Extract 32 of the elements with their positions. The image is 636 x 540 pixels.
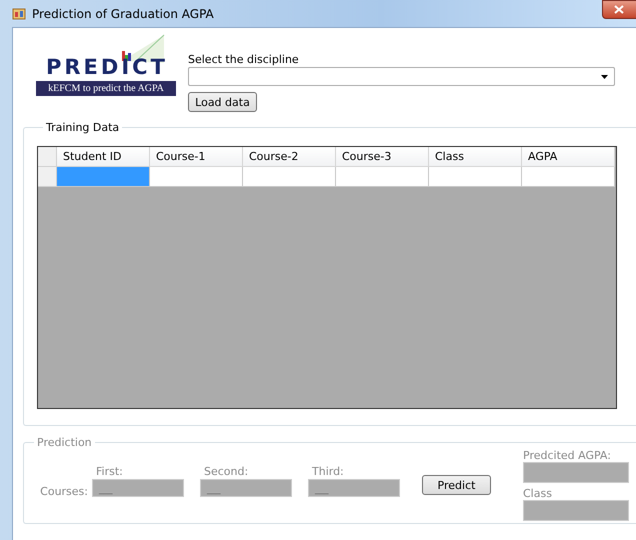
row-header[interactable]	[38, 167, 57, 187]
field-label: Class	[523, 487, 553, 500]
table-cell[interactable]	[57, 167, 150, 187]
field-label: Predcited AGPA:	[523, 449, 612, 462]
close-button[interactable]	[602, 0, 636, 19]
column-header[interactable]: Course-1	[150, 147, 243, 167]
field-label: Third:	[311, 465, 345, 479]
table-cell[interactable]	[429, 167, 522, 187]
logo-text: PREDICT	[46, 55, 168, 79]
logo-tagline: kEFCM to predict the AGPA	[36, 81, 176, 96]
load-data-button[interactable]: Load data	[188, 92, 257, 112]
table-cell[interactable]	[522, 167, 615, 187]
table-cell[interactable]	[150, 167, 243, 187]
group-title: Prediction	[36, 436, 93, 449]
dropdown-arrow-icon	[601, 74, 608, 78]
table-cell[interactable]	[336, 167, 429, 187]
column-header[interactable]: Course-2	[243, 147, 336, 167]
column-header[interactable]: Student ID	[57, 147, 150, 167]
grid-corner	[38, 147, 57, 167]
field-label: First:	[95, 465, 124, 479]
discipline-dropdown[interactable]	[188, 67, 615, 86]
group-title: Training Data	[45, 121, 120, 134]
courses-label: Courses:	[39, 485, 88, 498]
field-label: Second:	[203, 465, 250, 479]
column-header[interactable]: AGPA	[522, 147, 615, 167]
column-header[interactable]: Course-3	[336, 147, 429, 167]
window-title: Prediction of Graduation AGPA	[32, 6, 214, 20]
table-cell[interactable]	[243, 167, 336, 187]
discipline-label: Select the discipline	[188, 53, 299, 67]
column-header[interactable]: Class	[429, 147, 522, 167]
app-icon	[12, 6, 26, 20]
close-icon	[614, 5, 624, 14]
